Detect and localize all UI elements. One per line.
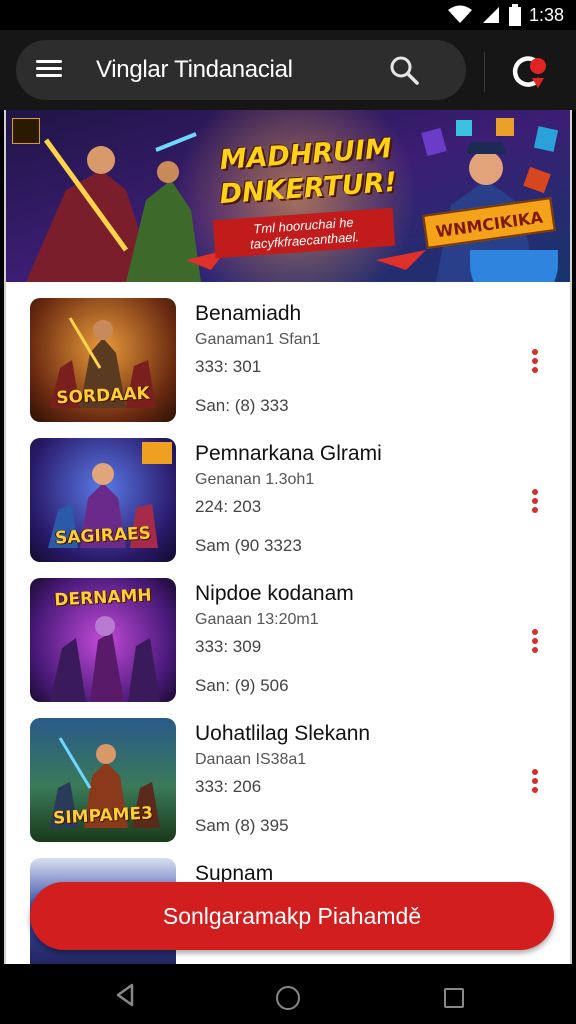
status-bar: 1:38 [0, 0, 576, 30]
game-thumbnail: SIMPAME3 [30, 718, 176, 842]
game-number: 333: 206 [195, 777, 262, 796]
game-title: Uohatlilag Slekann [195, 722, 371, 745]
game-title: Pemnarkana Glrami [195, 442, 382, 465]
menu-icon[interactable] [36, 56, 62, 84]
game-size: Sam (90 3323 [195, 536, 302, 555]
search-bar[interactable]: Vinglar Tindanacial [16, 40, 466, 100]
game-size: San: (9) 506 [195, 676, 289, 695]
game-number: 333: 301 [195, 357, 262, 376]
game-size: Sam (8) 395 [195, 816, 289, 835]
main-content: MADHRUIM DNKERTUR! Tml hooruchai he tacy… [4, 110, 572, 964]
signal-icon [482, 7, 499, 23]
game-number: 224: 203 [195, 497, 262, 516]
brand-logo-icon[interactable] [508, 52, 552, 92]
back-icon[interactable] [114, 982, 136, 1008]
recents-icon[interactable] [444, 988, 464, 1008]
game-title: Benamiadh [195, 302, 302, 325]
list-item[interactable]: SIMPAME3 Uohatlilag Slekann Danaan IS38a… [6, 702, 570, 842]
game-subtitle: Danaan IS38a1 [195, 751, 307, 768]
game-number: 333: 309 [195, 637, 262, 656]
game-thumbnail: SORDAAK [30, 298, 176, 422]
app-title: Vinglar Tindanacial [96, 56, 293, 83]
status-time: 1:38 [528, 4, 564, 25]
list-item[interactable]: SAGIRAES Pemnarkana Glrami Genanan 1.3oh… [6, 422, 570, 562]
list-item[interactable]: SORDAAK Benamiadh Ganaman1 Sfan1 333: 30… [6, 282, 570, 422]
system-nav-bar [0, 964, 576, 1024]
app-bar: Vinglar Tindanacial [0, 30, 576, 110]
more-options-icon[interactable] [526, 486, 544, 518]
game-thumbnail: DERNAMH [30, 578, 176, 702]
list-item[interactable]: DERNAMH Nipdoe kodanam Ganaan 13:20m1 33… [6, 562, 570, 702]
game-list: SORDAAK Benamiadh Ganaman1 Sfan1 333: 30… [6, 282, 570, 964]
game-size: San: (8) 333 [195, 396, 289, 415]
banner-indicator [470, 250, 558, 282]
game-thumbnail: SAGIRAES [30, 438, 176, 562]
wifi-icon [447, 5, 472, 23]
battery-icon [508, 4, 521, 26]
promo-banner[interactable]: MADHRUIM DNKERTUR! Tml hooruchai he tacy… [6, 110, 570, 282]
game-subtitle: Ganaman1 Sfan1 [195, 331, 321, 348]
more-options-icon[interactable] [526, 766, 544, 798]
game-title: Nipdoe kodanam [195, 582, 354, 605]
primary-action-button[interactable]: Sonlgaramakp Piahamdě [30, 882, 554, 950]
banner-corner-logo [12, 118, 40, 144]
status-icons: 1:38 [447, 4, 564, 26]
app-bar-divider [484, 52, 485, 92]
search-icon[interactable] [388, 54, 420, 86]
more-options-icon[interactable] [526, 346, 544, 378]
more-options-icon[interactable] [526, 626, 544, 658]
home-icon[interactable] [276, 986, 300, 1010]
game-subtitle: Ganaan 13:20m1 [195, 611, 319, 628]
game-subtitle: Genanan 1.3oh1 [195, 471, 315, 488]
